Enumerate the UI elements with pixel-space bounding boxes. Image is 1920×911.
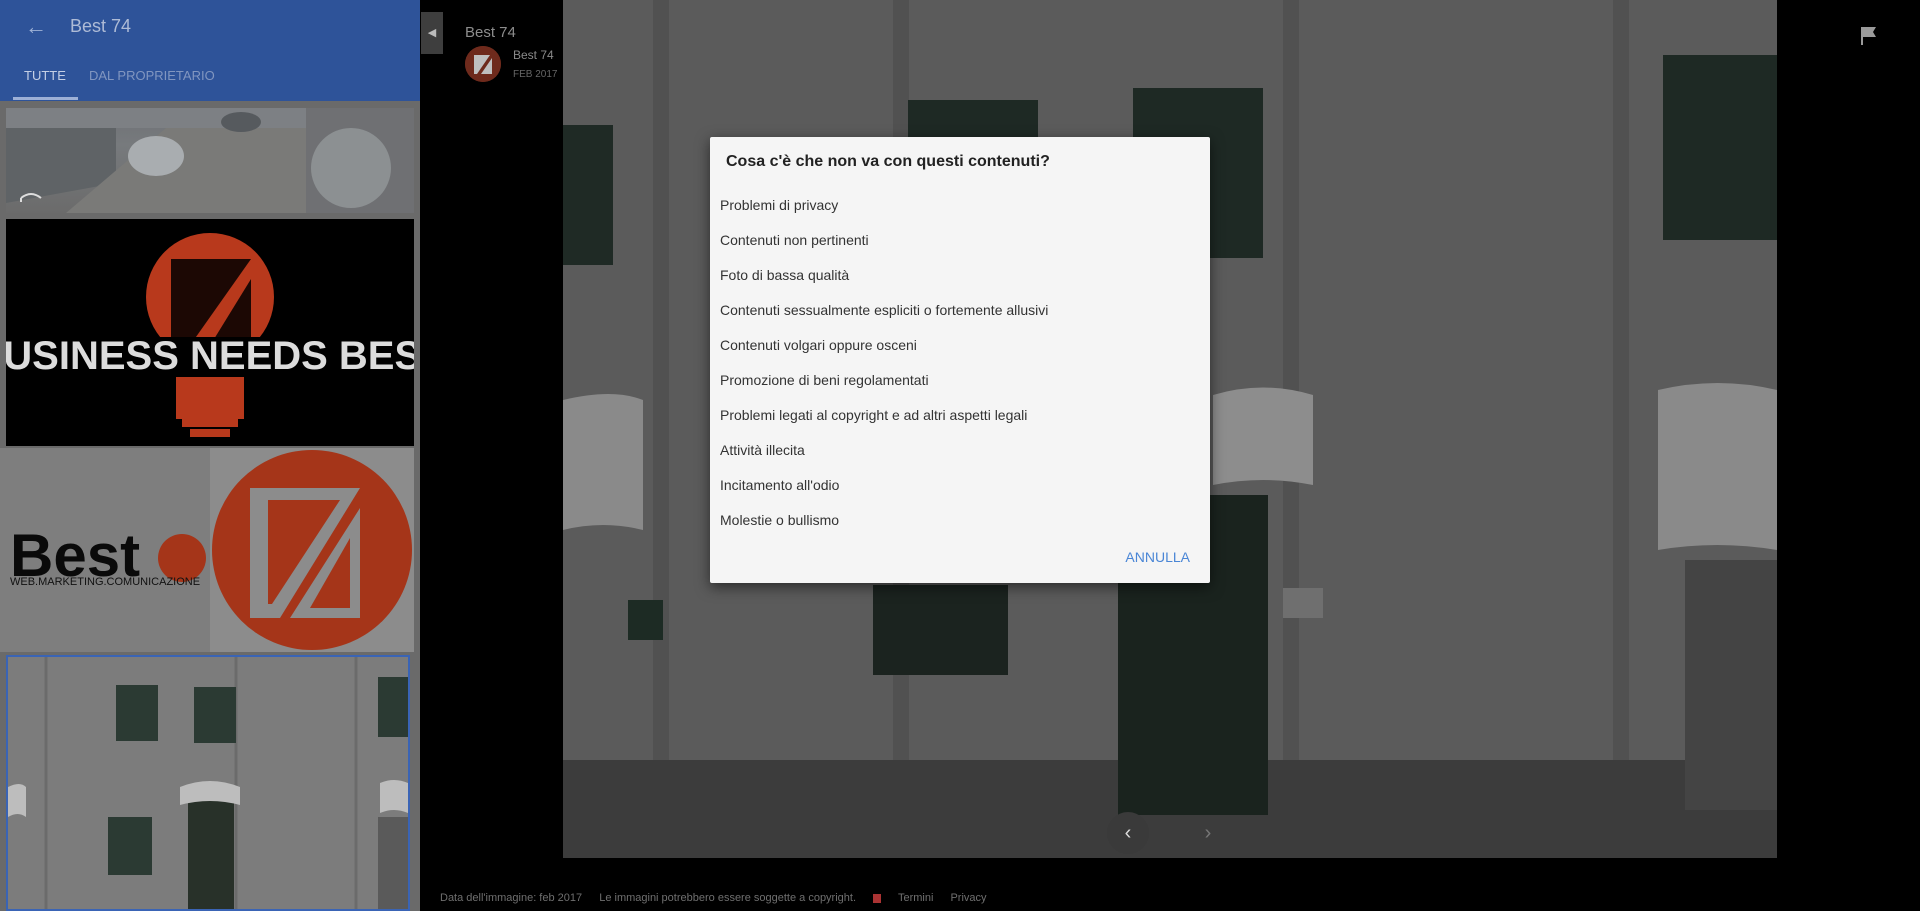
thumbnail-best74-logo[interactable]: Best WEB.MARKETING.COMUNICAZIONE: [0, 448, 414, 652]
viewer-title: Best 74: [465, 24, 516, 41]
report-content-dialog: Cosa c'è che non va con questi contenuti…: [710, 137, 1210, 583]
thumbnail-business-needs-best[interactable]: BUSINESS NEEDS BEST: [6, 219, 414, 446]
copyright-text: Le immagini potrebbero essere soggette a…: [599, 892, 857, 904]
thumbnail-building-selected[interactable]: [6, 655, 410, 911]
active-tab-indicator: [13, 97, 78, 100]
option-illegal-activity[interactable]: Attività illecita: [710, 433, 1210, 468]
dialog-title: Cosa c'è che non va con questi contenuti…: [726, 153, 1050, 170]
collapse-sidebar-button[interactable]: ◀: [421, 12, 443, 54]
business-needs-best-text: BUSINESS NEEDS BEST: [6, 334, 414, 378]
option-low-quality[interactable]: Foto di bassa qualità: [710, 258, 1210, 293]
report-options-list: Problemi di privacy Contenuti non pertin…: [710, 188, 1210, 538]
business-needs-best-logo: BUSINESS NEEDS BEST: [6, 233, 414, 437]
place-title: Best 74: [70, 16, 132, 36]
photo-date: FEB 2017: [513, 69, 558, 80]
option-offensive[interactable]: Contenuti volgari oppure osceni: [710, 328, 1210, 363]
option-harassment[interactable]: Molestie o bullismo: [710, 503, 1210, 538]
viewer-footer: Data dell'immagine: feb 2017 Le immagini…: [440, 892, 1001, 904]
previous-photo-button[interactable]: ‹: [1107, 812, 1149, 854]
terms-link[interactable]: Termini: [898, 892, 933, 904]
cancel-button[interactable]: ANNULLA: [1125, 549, 1190, 565]
image-date-text: Data dell'immagine: feb 2017: [440, 892, 583, 904]
option-sexual-content[interactable]: Contenuti sessualmente espliciti o forte…: [710, 293, 1210, 328]
sidebar-header: ← Best 74 TUTTE DAL PROPRIETARIO: [0, 0, 420, 101]
privacy-link[interactable]: Privacy: [950, 892, 986, 904]
option-privacy[interactable]: Problemi di privacy: [710, 188, 1210, 223]
building-photo: [8, 657, 408, 909]
option-copyright-legal[interactable]: Problemi legati al copyright e ad altri …: [710, 398, 1210, 433]
option-regulated-goods[interactable]: Promozione di beni regolamentati: [710, 363, 1210, 398]
author-avatar[interactable]: [465, 46, 501, 82]
report-flag-icon[interactable]: [1860, 26, 1878, 46]
thumbnail-street-view[interactable]: [6, 108, 414, 213]
tab-from-owner[interactable]: DAL PROPRIETARIO: [89, 68, 215, 83]
photo-sidebar: ← Best 74 TUTTE DAL PROPRIETARIO BUSI: [0, 0, 420, 911]
next-photo-button[interactable]: ›: [1187, 812, 1229, 854]
street-view-photo: [6, 108, 414, 213]
author-name[interactable]: Best 74: [513, 48, 554, 62]
report-flag-small-icon[interactable]: [873, 893, 882, 903]
best74-logo: Best WEB.MARKETING.COMUNICAZIONE: [0, 448, 414, 652]
option-not-relevant[interactable]: Contenuti non pertinenti: [710, 223, 1210, 258]
option-hate-speech[interactable]: Incitamento all'odio: [710, 468, 1210, 503]
back-arrow-icon[interactable]: ←: [24, 14, 48, 40]
tab-all[interactable]: TUTTE: [24, 68, 66, 83]
best-tagline-text: WEB.MARKETING.COMUNICAZIONE: [10, 576, 200, 588]
best74-avatar-icon: [465, 46, 501, 82]
